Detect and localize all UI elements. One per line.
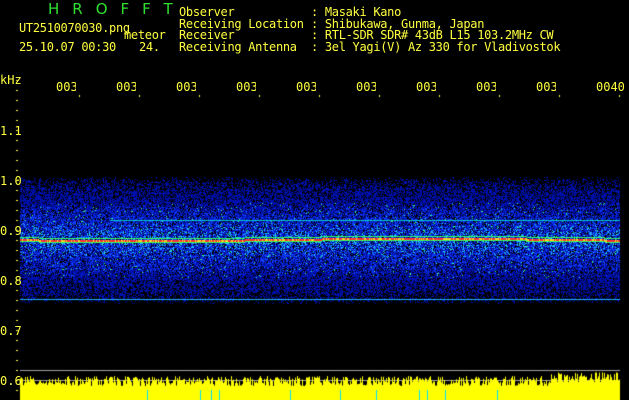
time-label: 0038 [476,80,496,94]
time-label: 0035 [296,80,316,94]
time-label: 0033 [176,80,196,94]
y-label: 0.7 [0,324,22,338]
y-label: 1.0 [0,174,22,188]
filename: UT2510070030.png [19,21,130,35]
time-label: 0031 [56,80,76,94]
antenna-label: Receiving Antenna [179,40,297,54]
y-label: 0.8 [0,274,22,288]
unit-label: kHz [0,73,22,87]
time-label: 0040 [596,80,625,94]
time-label: 0039 [536,80,556,94]
time-label: 0037 [416,80,436,94]
y-label: 0.6 [0,374,22,388]
time-label: 0034 [236,80,256,94]
time-label: 0036 [356,80,376,94]
y-label: 1.1 [0,124,22,138]
count: 24. [139,40,160,54]
datetime: 25.10.07 00:30 [19,40,116,54]
antenna-value: : 3el Yagi(V) Az 330 for Vladivostok [311,40,561,54]
y-label: 0.9 [0,224,22,238]
time-label: 0032 [116,80,136,94]
app-title: HROFFT [48,0,186,18]
spectrogram-waterfall [0,0,629,400]
